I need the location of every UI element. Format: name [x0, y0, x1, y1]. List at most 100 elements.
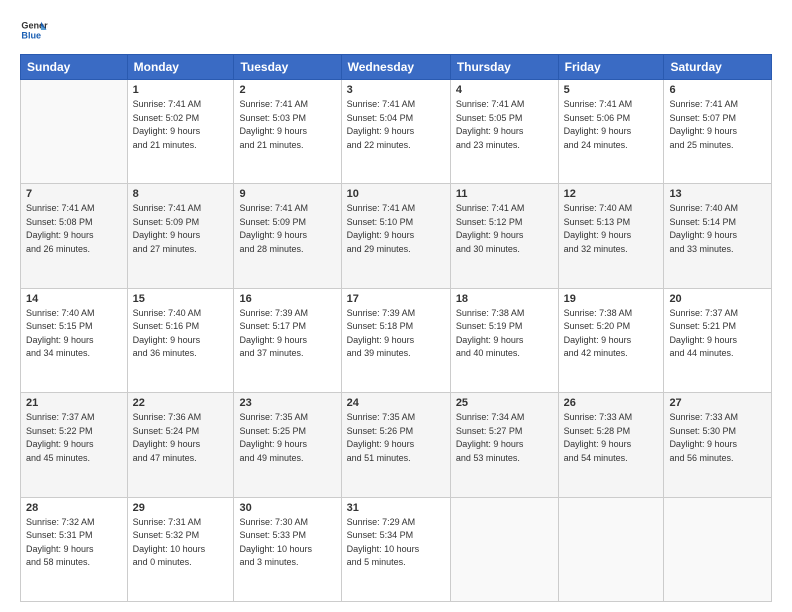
day-number: 5	[564, 84, 659, 96]
day-info: Sunrise: 7:30 AM Sunset: 5:33 PM Dayligh…	[239, 516, 335, 570]
calendar-cell	[558, 497, 664, 601]
day-info: Sunrise: 7:39 AM Sunset: 5:17 PM Dayligh…	[239, 307, 335, 361]
day-info: Sunrise: 7:41 AM Sunset: 5:09 PM Dayligh…	[239, 202, 335, 256]
calendar-cell: 9 Sunrise: 7:41 AM Sunset: 5:09 PM Daylig…	[234, 184, 341, 288]
calendar-cell: 3 Sunrise: 7:41 AM Sunset: 5:04 PM Daylig…	[341, 80, 450, 184]
day-info: Sunrise: 7:37 AM Sunset: 5:21 PM Dayligh…	[669, 307, 766, 361]
day-number: 22	[133, 397, 229, 409]
day-header-friday: Friday	[558, 55, 664, 80]
week-row-1: 1 Sunrise: 7:41 AM Sunset: 5:02 PM Daylig…	[21, 80, 772, 184]
week-row-2: 7 Sunrise: 7:41 AM Sunset: 5:08 PM Daylig…	[21, 184, 772, 288]
day-number: 12	[564, 188, 659, 200]
day-number: 18	[456, 293, 553, 305]
day-info: Sunrise: 7:36 AM Sunset: 5:24 PM Dayligh…	[133, 411, 229, 465]
day-info: Sunrise: 7:41 AM Sunset: 5:04 PM Dayligh…	[347, 98, 445, 152]
calendar-cell: 23Sunrise: 7:35 AM Sunset: 5:25 PM Dayli…	[234, 393, 341, 497]
calendar-cell: 2 Sunrise: 7:41 AM Sunset: 5:03 PM Daylig…	[234, 80, 341, 184]
day-header-saturday: Saturday	[664, 55, 772, 80]
calendar-cell: 11 Sunrise: 7:41 AM Sunset: 5:12 PM Dayli…	[450, 184, 558, 288]
calendar-cell: 14 Sunrise: 7:40 AM Sunset: 5:15 PM Dayli…	[21, 288, 128, 392]
day-info: Sunrise: 7:31 AM Sunset: 5:32 PM Dayligh…	[133, 516, 229, 570]
day-number: 25	[456, 397, 553, 409]
calendar-cell: 21 Sunrise: 7:37 AM Sunset: 5:22 PM Dayli…	[21, 393, 128, 497]
calendar-cell: 4Sunrise: 7:41 AM Sunset: 5:05 PM Daylig…	[450, 80, 558, 184]
day-number: 29	[133, 502, 229, 514]
calendar-cell: 28 Sunrise: 7:32 AM Sunset: 5:31 PM Dayli…	[21, 497, 128, 601]
day-info: Sunrise: 7:33 AM Sunset: 5:28 PM Dayligh…	[564, 411, 659, 465]
day-header-wednesday: Wednesday	[341, 55, 450, 80]
day-info: Sunrise: 7:41 AM Sunset: 5:12 PM Dayligh…	[456, 202, 553, 256]
day-number: 21	[26, 397, 122, 409]
logo-icon: General Blue	[20, 16, 48, 44]
calendar-cell: 12 Sunrise: 7:40 AM Sunset: 5:13 PM Dayli…	[558, 184, 664, 288]
day-info: Sunrise: 7:34 AM Sunset: 5:27 PM Dayligh…	[456, 411, 553, 465]
calendar-cell: 29 Sunrise: 7:31 AM Sunset: 5:32 PM Dayli…	[127, 497, 234, 601]
day-info: Sunrise: 7:41 AM Sunset: 5:09 PM Dayligh…	[133, 202, 229, 256]
calendar-cell: 10Sunrise: 7:41 AM Sunset: 5:10 PM Dayli…	[341, 184, 450, 288]
day-info: Sunrise: 7:32 AM Sunset: 5:31 PM Dayligh…	[26, 516, 122, 570]
day-info: Sunrise: 7:39 AM Sunset: 5:18 PM Dayligh…	[347, 307, 445, 361]
calendar-cell: 16 Sunrise: 7:39 AM Sunset: 5:17 PM Dayli…	[234, 288, 341, 392]
calendar-cell: 22 Sunrise: 7:36 AM Sunset: 5:24 PM Dayli…	[127, 393, 234, 497]
day-number: 16	[239, 293, 335, 305]
day-number: 15	[133, 293, 229, 305]
day-number: 6	[669, 84, 766, 96]
calendar-cell: 18 Sunrise: 7:38 AM Sunset: 5:19 PM Dayli…	[450, 288, 558, 392]
day-number: 8	[133, 188, 229, 200]
calendar-cell: 24Sunrise: 7:35 AM Sunset: 5:26 PM Dayli…	[341, 393, 450, 497]
day-number: 11	[456, 188, 553, 200]
day-number: 9	[239, 188, 335, 200]
day-number: 14	[26, 293, 122, 305]
day-info: Sunrise: 7:41 AM Sunset: 5:02 PM Dayligh…	[133, 98, 229, 152]
day-info: Sunrise: 7:41 AM Sunset: 5:08 PM Dayligh…	[26, 202, 122, 256]
day-number: 31	[347, 502, 445, 514]
day-number: 20	[669, 293, 766, 305]
calendar-cell: 31 Sunrise: 7:29 AM Sunset: 5:34 PM Dayli…	[341, 497, 450, 601]
day-info: Sunrise: 7:40 AM Sunset: 5:15 PM Dayligh…	[26, 307, 122, 361]
day-header-thursday: Thursday	[450, 55, 558, 80]
day-number: 24	[347, 397, 445, 409]
day-number: 1	[133, 84, 229, 96]
day-info: Sunrise: 7:35 AM Sunset: 5:25 PM Dayligh…	[239, 411, 335, 465]
day-number: 13	[669, 188, 766, 200]
calendar-cell: 8 Sunrise: 7:41 AM Sunset: 5:09 PM Daylig…	[127, 184, 234, 288]
calendar-cell: 30Sunrise: 7:30 AM Sunset: 5:33 PM Dayli…	[234, 497, 341, 601]
day-info: Sunrise: 7:41 AM Sunset: 5:07 PM Dayligh…	[669, 98, 766, 152]
day-info: Sunrise: 7:38 AM Sunset: 5:19 PM Dayligh…	[456, 307, 553, 361]
calendar-cell: 5Sunrise: 7:41 AM Sunset: 5:06 PM Daylig…	[558, 80, 664, 184]
calendar-cell: 20 Sunrise: 7:37 AM Sunset: 5:21 PM Dayli…	[664, 288, 772, 392]
day-number: 17	[347, 293, 445, 305]
day-info: Sunrise: 7:41 AM Sunset: 5:03 PM Dayligh…	[239, 98, 335, 152]
day-info: Sunrise: 7:29 AM Sunset: 5:34 PM Dayligh…	[347, 516, 445, 570]
day-number: 3	[347, 84, 445, 96]
logo: General Blue	[20, 16, 48, 44]
calendar-cell	[450, 497, 558, 601]
page: General Blue SundayMondayTuesdayWednesda…	[0, 0, 792, 612]
calendar-cell: 27 Sunrise: 7:33 AM Sunset: 5:30 PM Dayli…	[664, 393, 772, 497]
week-row-5: 28 Sunrise: 7:32 AM Sunset: 5:31 PM Dayli…	[21, 497, 772, 601]
day-header-monday: Monday	[127, 55, 234, 80]
calendar-cell: 25 Sunrise: 7:34 AM Sunset: 5:27 PM Dayli…	[450, 393, 558, 497]
day-number: 7	[26, 188, 122, 200]
day-number: 26	[564, 397, 659, 409]
day-number: 28	[26, 502, 122, 514]
day-info: Sunrise: 7:40 AM Sunset: 5:14 PM Dayligh…	[669, 202, 766, 256]
day-number: 10	[347, 188, 445, 200]
calendar-cell: 13 Sunrise: 7:40 AM Sunset: 5:14 PM Dayli…	[664, 184, 772, 288]
calendar-cell: 19Sunrise: 7:38 AM Sunset: 5:20 PM Dayli…	[558, 288, 664, 392]
calendar-cell: 6 Sunrise: 7:41 AM Sunset: 5:07 PM Daylig…	[664, 80, 772, 184]
day-number: 27	[669, 397, 766, 409]
day-header-tuesday: Tuesday	[234, 55, 341, 80]
day-header-sunday: Sunday	[21, 55, 128, 80]
calendar-table: SundayMondayTuesdayWednesdayThursdayFrid…	[20, 54, 772, 602]
header: General Blue	[20, 16, 772, 44]
day-info: Sunrise: 7:33 AM Sunset: 5:30 PM Dayligh…	[669, 411, 766, 465]
day-info: Sunrise: 7:40 AM Sunset: 5:13 PM Dayligh…	[564, 202, 659, 256]
day-info: Sunrise: 7:37 AM Sunset: 5:22 PM Dayligh…	[26, 411, 122, 465]
calendar-cell: 7 Sunrise: 7:41 AM Sunset: 5:08 PM Daylig…	[21, 184, 128, 288]
calendar-cell	[21, 80, 128, 184]
week-row-3: 14 Sunrise: 7:40 AM Sunset: 5:15 PM Dayli…	[21, 288, 772, 392]
day-number: 2	[239, 84, 335, 96]
day-info: Sunrise: 7:40 AM Sunset: 5:16 PM Dayligh…	[133, 307, 229, 361]
day-info: Sunrise: 7:38 AM Sunset: 5:20 PM Dayligh…	[564, 307, 659, 361]
